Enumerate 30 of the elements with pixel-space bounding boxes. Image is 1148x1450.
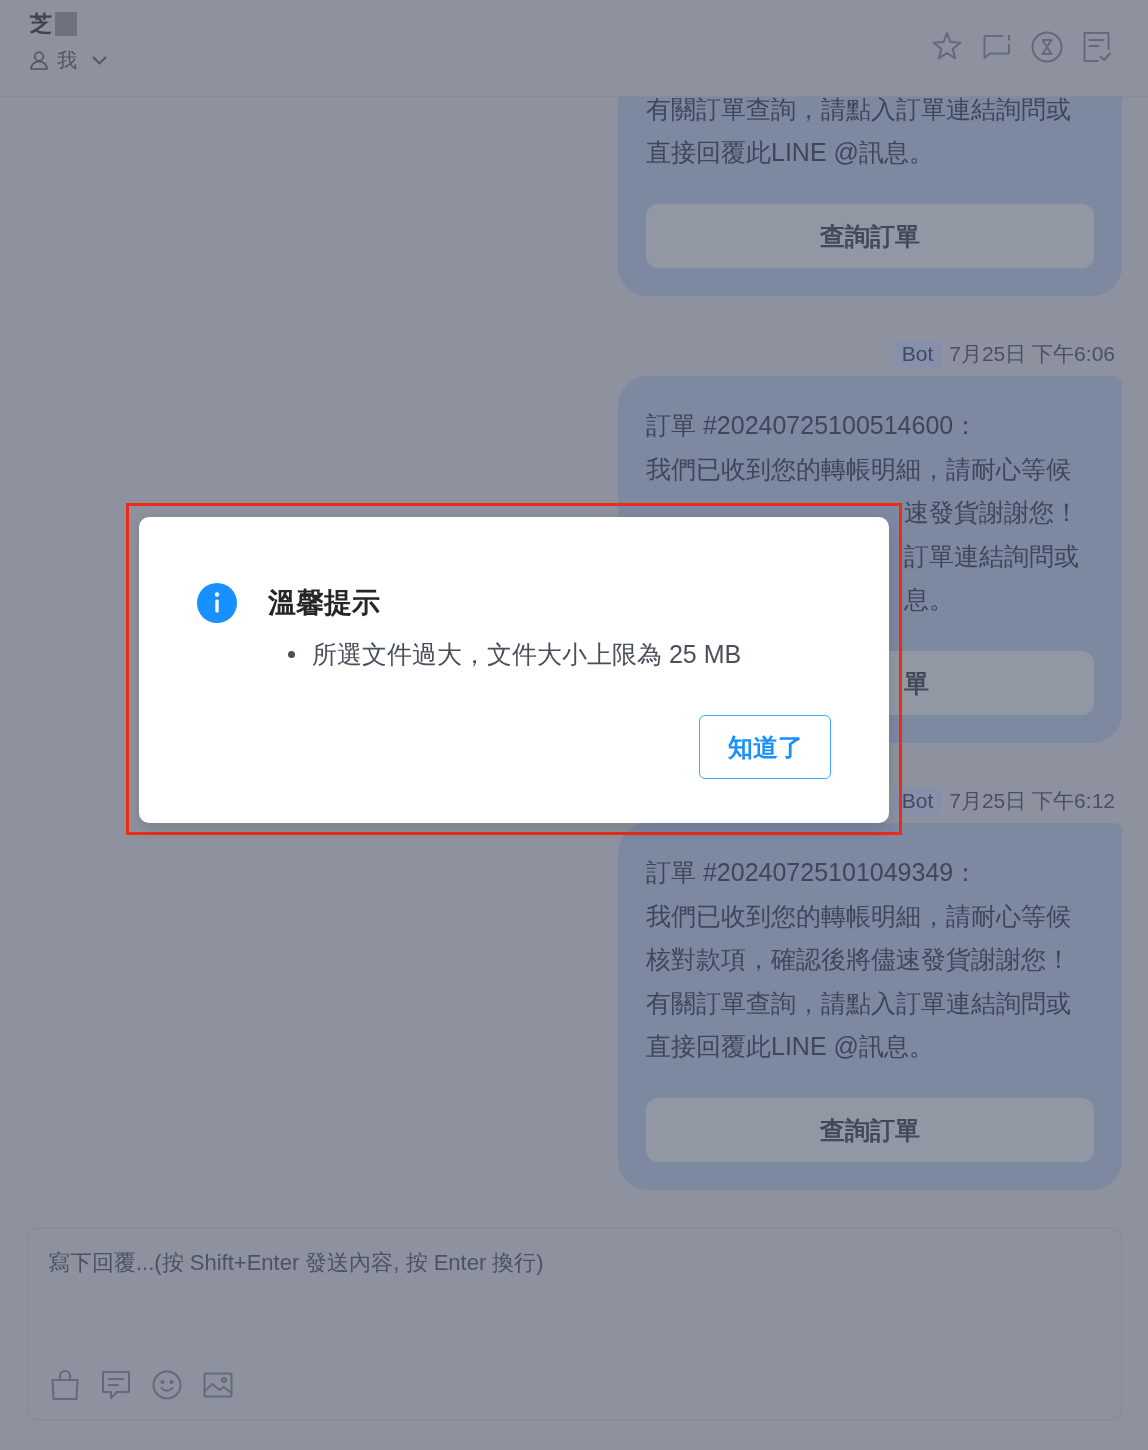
- image-icon[interactable]: [203, 1370, 233, 1400]
- message-text-fragment: 訂單連結詢問或: [904, 541, 1079, 570]
- message-text: 訂單 #20240725100514600： 我們已收到您的轉帳明細，請耐心等候: [646, 410, 1072, 485]
- smiley-icon[interactable]: [152, 1370, 182, 1400]
- query-order-button[interactable]: 單: [889, 651, 1094, 715]
- shopping-bag-icon[interactable]: [50, 1370, 80, 1400]
- agent-selector[interactable]: 我: [30, 48, 107, 72]
- acknowledge-button[interactable]: 知道了: [699, 715, 831, 779]
- query-order-button[interactable]: 查詢訂單: [646, 204, 1094, 268]
- note-check-icon[interactable]: [1081, 31, 1113, 63]
- reply-box[interactable]: 寫下回覆...(按 Shift+Enter 發送內容, 按 Enter 換行): [28, 1228, 1122, 1420]
- sender-badge: Bot: [893, 787, 942, 815]
- dialog-title: 溫馨提示: [268, 586, 380, 620]
- sender-badge: Bot: [893, 340, 942, 368]
- chevron-down-icon: [92, 55, 107, 65]
- dialog-message: 所選文件過大，文件大小上限為 25 MB: [312, 639, 742, 670]
- hourglass-icon[interactable]: [1031, 31, 1063, 63]
- reply-field[interactable]: 寫下回覆...(按 Shift+Enter 發送內容, 按 Enter 換行): [48, 1248, 1102, 1370]
- person-icon: [30, 50, 48, 70]
- info-icon: [197, 583, 237, 623]
- message-text: 有關訂單查詢，請點入訂單連結詢問或 直接回覆此LINE @訊息。: [646, 97, 1072, 168]
- message-text-fragment: 速發貨謝謝您！: [904, 498, 1079, 526]
- message-time: 7月25日 下午6:06: [949, 341, 1115, 367]
- message-lines-icon[interactable]: [101, 1370, 131, 1400]
- query-order-button[interactable]: 查詢訂單: [646, 1098, 1094, 1162]
- contact-name: 芝: [30, 12, 52, 36]
- message-text: 訂單 #20240725101049349： 我們已收到您的轉帳明細，請耐心等候 核對款項，確認後將儘速發貨謝謝您！ 有關訂單查詢，請點入訂單連結詢問或 直接回覆此LINE @訊息。: [646, 857, 1072, 1062]
- bullet-icon: [288, 650, 295, 658]
- message-time: 7月25日 下午6:12: [949, 788, 1115, 814]
- message-text-fragment: 息。: [904, 585, 954, 613]
